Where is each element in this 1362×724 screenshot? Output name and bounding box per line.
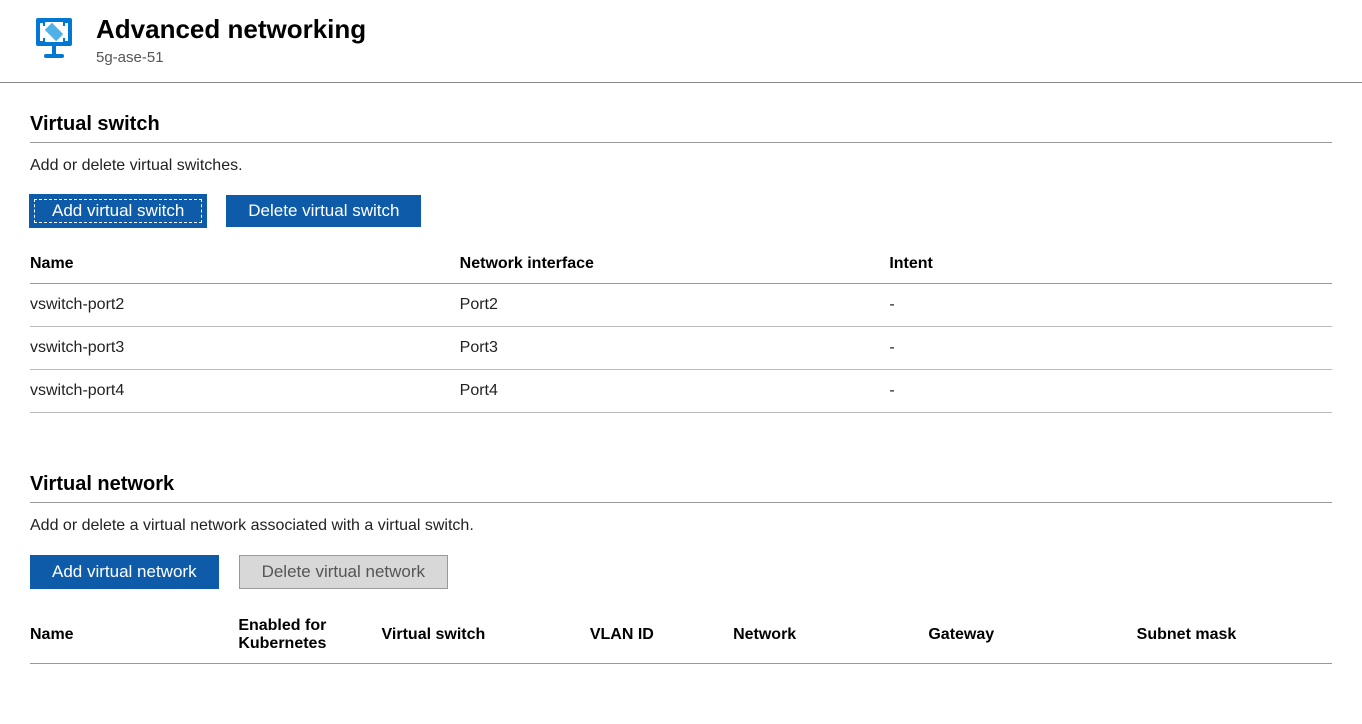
cell-intent: - <box>889 370 1332 413</box>
virtual-switch-section: Virtual switch Add or delete virtual swi… <box>30 113 1332 413</box>
virtual-network-heading: Virtual network <box>30 473 1332 503</box>
cell-intent: - <box>889 327 1332 370</box>
delete-virtual-network-button: Delete virtual network <box>239 555 448 589</box>
column-header-enabled-kubernetes[interactable]: Enabled for Kubernetes <box>238 607 381 664</box>
cell-interface: Port4 <box>460 370 890 413</box>
virtual-switch-table: Name Network interface Intent vswitch-po… <box>30 245 1332 413</box>
cell-name: vswitch-port3 <box>30 327 460 370</box>
virtual-switch-heading: Virtual switch <box>30 113 1332 143</box>
column-header-name[interactable]: Name <box>30 607 238 664</box>
add-virtual-switch-button[interactable]: Add virtual switch <box>30 195 206 227</box>
virtual-network-table: Name Enabled for Kubernetes Virtual swit… <box>30 607 1332 664</box>
page-title: Advanced networking <box>96 14 366 45</box>
cell-name: vswitch-port2 <box>30 284 460 327</box>
column-header-network-interface[interactable]: Network interface <box>460 245 890 284</box>
table-row[interactable]: vswitch-port3 Port3 - <box>30 327 1332 370</box>
virtual-switch-description: Add or delete virtual switches. <box>30 157 1332 175</box>
cell-name: vswitch-port4 <box>30 370 460 413</box>
table-row[interactable]: vswitch-port4 Port4 - <box>30 370 1332 413</box>
delete-virtual-switch-button[interactable]: Delete virtual switch <box>226 195 421 227</box>
cell-intent: - <box>889 284 1332 327</box>
column-header-vlan-id[interactable]: VLAN ID <box>590 607 733 664</box>
add-virtual-network-button[interactable]: Add virtual network <box>30 555 219 589</box>
page-subtitle: 5g-ase-51 <box>96 49 366 66</box>
table-row[interactable]: vswitch-port2 Port2 - <box>30 284 1332 327</box>
cell-interface: Port3 <box>460 327 890 370</box>
cell-interface: Port2 <box>460 284 890 327</box>
column-header-virtual-switch[interactable]: Virtual switch <box>382 607 590 664</box>
networking-icon <box>30 14 78 62</box>
column-header-network[interactable]: Network <box>733 607 928 664</box>
column-header-name[interactable]: Name <box>30 245 460 284</box>
virtual-network-description: Add or delete a virtual network associat… <box>30 517 1332 535</box>
column-header-intent[interactable]: Intent <box>889 245 1332 284</box>
column-header-subnet-mask[interactable]: Subnet mask <box>1137 607 1332 664</box>
page-header: Advanced networking 5g-ase-51 <box>0 0 1362 83</box>
column-header-gateway[interactable]: Gateway <box>928 607 1136 664</box>
virtual-network-section: Virtual network Add or delete a virtual … <box>30 473 1332 664</box>
